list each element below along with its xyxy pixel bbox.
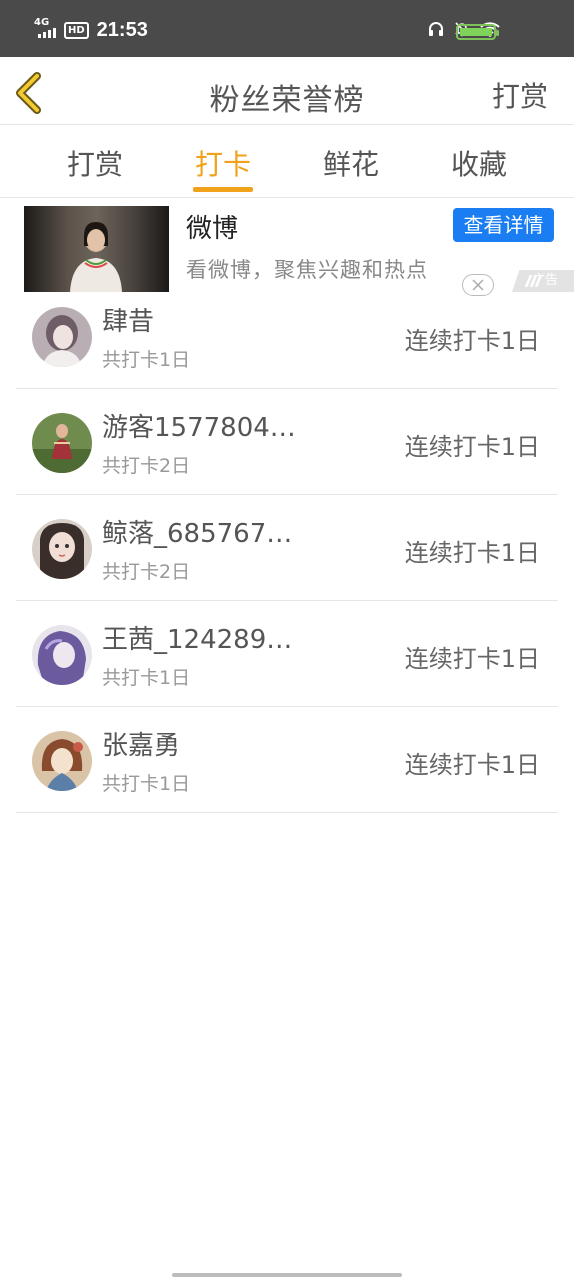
fan-name: 张嘉勇: [102, 731, 181, 761]
fan-name: 鲸落_685767…: [102, 519, 293, 549]
total-checkins: 共打卡2日: [102, 561, 191, 583]
avatar[interactable]: [32, 625, 92, 685]
tab-reward[interactable]: 打赏: [45, 143, 145, 183]
list-item[interactable]: 肆昔 共打卡1日 连续打卡1日: [0, 283, 574, 389]
list-item[interactable]: 张嘉勇 共打卡1日 连续打卡1日: [0, 707, 574, 813]
network-type: 4G: [34, 17, 50, 28]
active-tab-indicator: [193, 187, 253, 192]
total-checkins: 共打卡1日: [102, 667, 191, 689]
list-item[interactable]: 王茜_124289… 共打卡1日 连续打卡1日: [0, 601, 574, 707]
list-item[interactable]: 鲸落_685767… 共打卡2日 连续打卡1日: [0, 495, 574, 601]
streak-checkins: 连续打卡1日: [404, 433, 540, 461]
checkin-list: 肆昔 共打卡1日 连续打卡1日 游客1577804… 共打卡2日 连续打卡1日: [0, 283, 574, 813]
fan-name: 肆昔: [102, 307, 155, 337]
hd-icon: HD: [64, 21, 89, 39]
ad-person-image: [70, 222, 122, 292]
list-item[interactable]: 游客1577804… 共打卡2日 连续打卡1日: [0, 389, 574, 495]
streak-checkins: 连续打卡1日: [404, 645, 540, 673]
ad-details-button[interactable]: 查看详情: [453, 208, 554, 242]
avatar[interactable]: [32, 307, 92, 367]
headphones-icon: [428, 21, 444, 41]
tab-favorites[interactable]: 收藏: [429, 143, 529, 183]
fan-name: 游客1577804…: [102, 413, 296, 443]
page-title: 粉丝荣誉榜: [209, 83, 365, 118]
avatar[interactable]: [32, 413, 92, 473]
avatar[interactable]: [32, 731, 92, 791]
reward-button[interactable]: 打赏: [492, 75, 548, 115]
ad-title: 微博: [186, 214, 239, 244]
tab-checkin[interactable]: 打卡: [173, 143, 273, 183]
streak-checkins: 连续打卡1日: [404, 539, 540, 567]
total-checkins: 共打卡1日: [102, 349, 191, 371]
total-checkins: 共打卡1日: [102, 773, 191, 795]
tab-bar: 打赏 打卡 鲜花 收藏: [0, 125, 574, 198]
tab-flowers[interactable]: 鲜花: [301, 143, 401, 183]
ad-thumbnail[interactable]: [24, 206, 169, 292]
ad-subtitle: 看微博，聚焦兴趣和热点: [186, 258, 428, 282]
cellular-signal-icon: 4G: [34, 18, 58, 42]
battery-icon: [456, 24, 499, 40]
avatar[interactable]: [32, 519, 92, 579]
streak-checkins: 连续打卡1日: [404, 751, 540, 779]
status-bar: 4G HD 21:53: [0, 0, 574, 57]
home-indicator[interactable]: [172, 1273, 402, 1277]
clock: 21:53: [96, 18, 148, 41]
header-bar: 粉丝荣誉榜 打赏: [0, 57, 574, 125]
fan-name: 王茜_124289…: [102, 625, 293, 655]
streak-checkins: 连续打卡1日: [404, 327, 540, 355]
total-checkins: 共打卡2日: [102, 455, 191, 477]
